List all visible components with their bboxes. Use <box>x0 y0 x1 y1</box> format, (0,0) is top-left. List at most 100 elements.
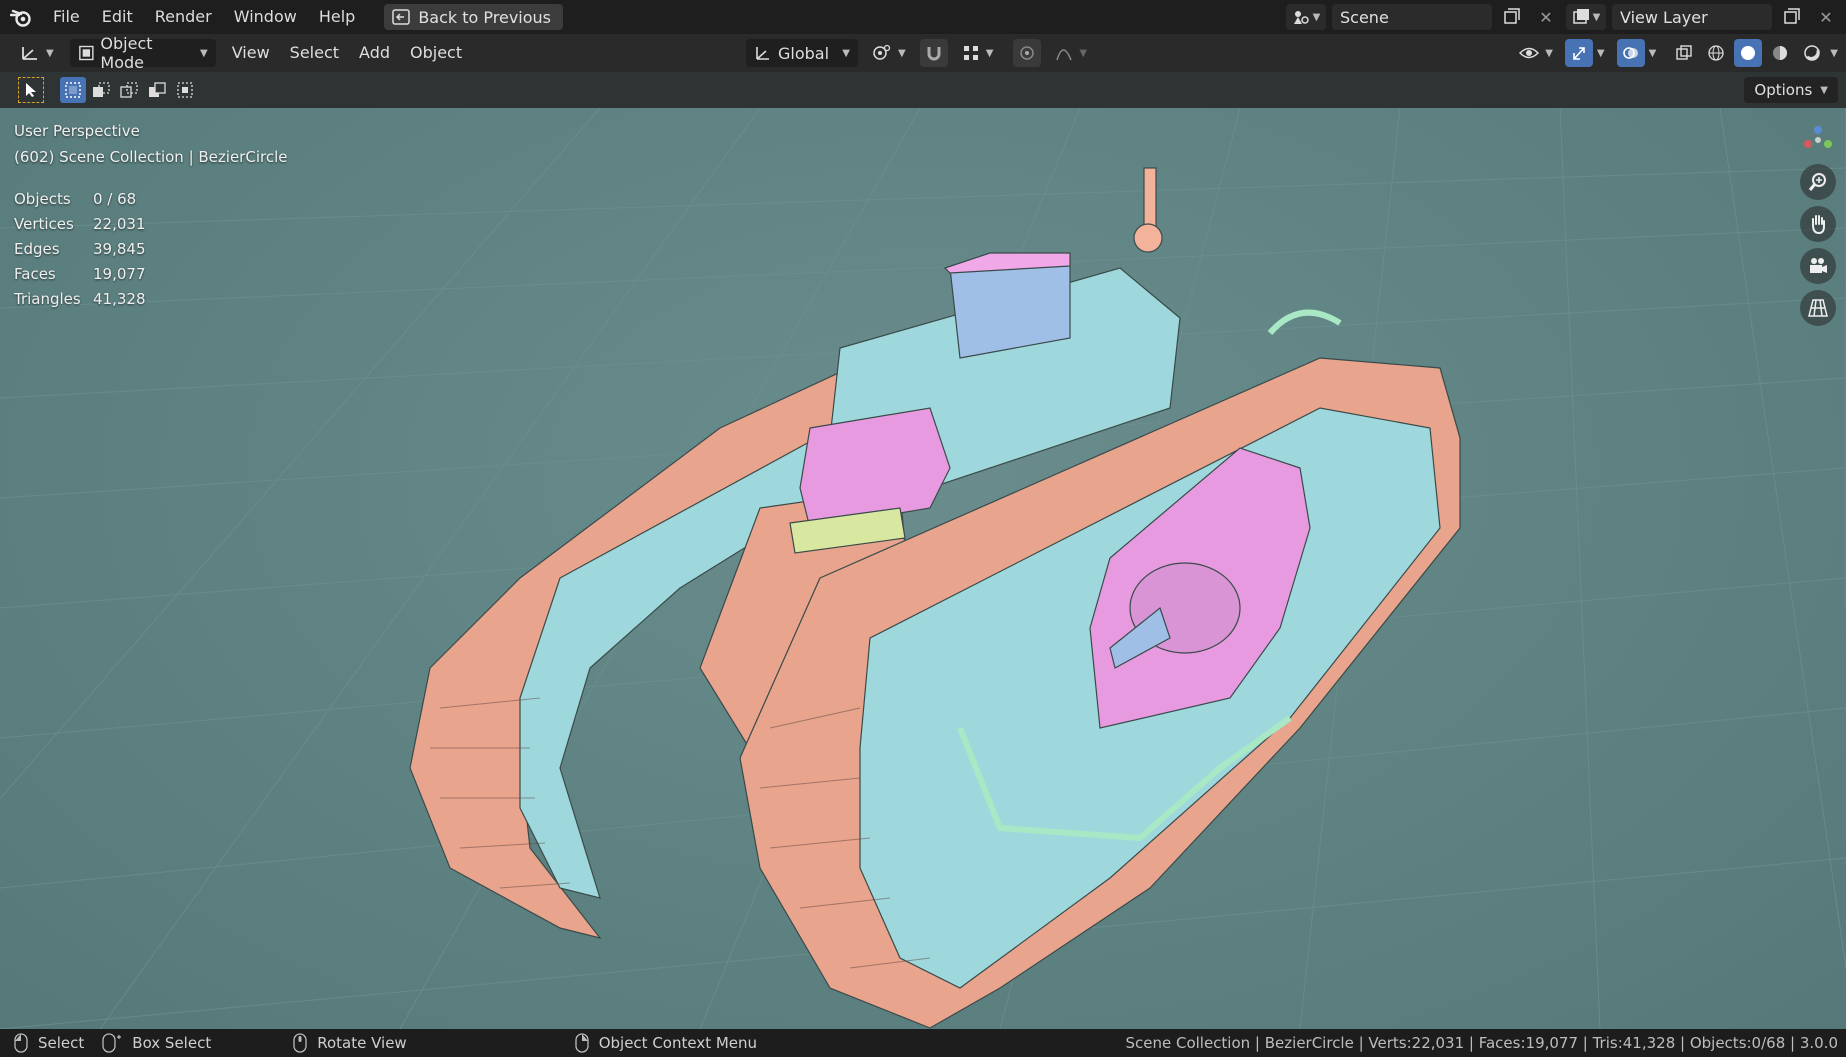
menu-select[interactable]: Select <box>280 39 349 67</box>
new-scene-button[interactable] <box>1498 4 1526 30</box>
stat-label: Objects <box>14 190 71 208</box>
duplicate-icon <box>1784 8 1800 24</box>
status-box-select-hint: Box Select <box>102 1033 211 1053</box>
overlays-icon <box>1622 47 1638 59</box>
transform-orientation-select[interactable]: Global ▼ <box>746 39 858 67</box>
perspective-grid-icon <box>1808 299 1828 317</box>
zoom-view-button[interactable] <box>1800 164 1836 200</box>
magnifier-icon <box>1808 173 1826 191</box>
menu-edit[interactable]: Edit <box>91 0 144 34</box>
proportional-editing-toggle[interactable] <box>1013 39 1042 67</box>
stat-row: Faces 19,077 <box>14 262 146 287</box>
material-sphere-icon <box>1773 46 1788 60</box>
proportional-falloff-button[interactable]: ▼ <box>1047 39 1095 67</box>
blender-logo-icon[interactable] <box>0 0 42 34</box>
select-subtract-icon <box>120 82 138 98</box>
pan-view-button[interactable] <box>1800 206 1836 242</box>
magnet-icon <box>927 47 941 61</box>
axis-editor-icon <box>22 47 37 60</box>
status-rotate-hint: Rotate View <box>293 1033 407 1053</box>
stat-label: Triangles <box>14 290 81 308</box>
eye-icon <box>1519 47 1540 59</box>
stat-label: Vertices <box>14 215 74 233</box>
delete-view-layer-button[interactable]: ✕ <box>1812 4 1840 30</box>
menu-window[interactable]: Window <box>223 0 308 34</box>
select-invert-mode-button[interactable] <box>144 77 170 103</box>
camera-icon <box>1810 258 1827 273</box>
menu-help[interactable]: Help <box>308 0 366 34</box>
menu-add[interactable]: Add <box>349 39 400 67</box>
select-new-mode-button[interactable] <box>60 77 86 103</box>
select-subtract-mode-button[interactable] <box>116 77 142 103</box>
toggle-ortho-button[interactable] <box>1800 290 1836 326</box>
options-dropdown[interactable]: Options ▼ <box>1744 77 1838 103</box>
scene-browse-button[interactable]: ▼ <box>1286 4 1326 30</box>
close-icon: ✕ <box>1819 7 1833 27</box>
back-to-previous-button[interactable]: Back to Previous <box>384 4 564 30</box>
material-shading-button[interactable] <box>1766 39 1794 67</box>
scene-statistics: Objects 0 / 68 Vertices 22,031 Edges 39,… <box>14 187 146 312</box>
select-hint: Select <box>38 1034 85 1052</box>
snap-toggle[interactable] <box>919 39 948 67</box>
view-layer-icon <box>1572 9 1589 24</box>
gizmo-icon <box>1573 47 1585 60</box>
select-new-icon <box>65 82 81 98</box>
gizmo-toggle[interactable] <box>1564 39 1593 67</box>
delete-scene-button[interactable]: ✕ <box>1532 4 1560 30</box>
stat-row: Edges 39,845 <box>14 237 146 262</box>
pivot-icon <box>873 44 891 60</box>
mouse-drag-icon <box>102 1033 122 1053</box>
rendered-sphere-icon <box>1804 45 1821 61</box>
scene-controls: ▼ Scene ✕ ▼ View Layer ✕ <box>1286 0 1846 34</box>
select-intersect-mode-button[interactable] <box>172 77 198 103</box>
status-select-hint: Select <box>14 1033 84 1053</box>
chevron-down-icon: ▼ <box>200 47 208 59</box>
context-menu-hint: Object Context Menu <box>598 1034 758 1052</box>
select-invert-icon <box>149 82 166 97</box>
options-label: Options <box>1754 81 1813 99</box>
tank-model <box>409 167 1461 1029</box>
editor-type-button[interactable]: ▼ <box>12 39 62 67</box>
camera-view-button[interactable] <box>1800 248 1836 284</box>
chevron-down-icon: ▼ <box>1079 47 1088 59</box>
rendered-shading-button[interactable] <box>1798 39 1826 67</box>
chevron-down-icon: ▼ <box>1545 47 1553 59</box>
menu-file[interactable]: File <box>42 0 91 34</box>
menu-render[interactable]: Render <box>144 0 223 34</box>
axis-gizmo[interactable] <box>1800 122 1836 158</box>
snap-target-button[interactable]: ▼ <box>954 39 1002 67</box>
mode-select[interactable]: Object Mode ▼ <box>69 34 216 72</box>
visibility-button[interactable]: ▼ <box>1511 39 1561 67</box>
wireframe-sphere-icon <box>1708 45 1724 61</box>
proportional-icon <box>1020 46 1035 60</box>
select-tool-button[interactable] <box>18 77 44 103</box>
stat-row: Vertices 22,031 <box>14 212 146 237</box>
menu-object[interactable]: Object <box>400 39 472 67</box>
falloff-curve-icon <box>1056 49 1073 61</box>
scene-name-field[interactable]: Scene <box>1332 4 1492 30</box>
snap-grid-icon <box>963 46 978 60</box>
new-view-layer-button[interactable] <box>1778 4 1806 30</box>
view-layer-field[interactable]: View Layer <box>1612 4 1772 30</box>
view-layer-browse-button[interactable]: ▼ <box>1566 4 1606 30</box>
chevron-down-icon[interactable]: ▼ <box>1830 48 1838 59</box>
select-extend-icon <box>93 82 110 97</box>
stat-label: Edges <box>14 240 60 258</box>
xray-toggle[interactable] <box>1670 39 1698 67</box>
menu-view[interactable]: View <box>222 39 280 67</box>
3d-viewport[interactable]: User Perspective (602) Scene Collection … <box>0 108 1846 1029</box>
transform-controls: Global ▼ ▼ ▼ ▼ <box>746 39 1095 67</box>
chevron-down-icon[interactable]: ▼ <box>1649 48 1657 59</box>
wireframe-shading-button[interactable] <box>1702 39 1730 67</box>
chevron-down-icon[interactable]: ▼ <box>1597 48 1605 59</box>
box-select-hint: Box Select <box>132 1034 212 1052</box>
collection-label: (602) Scene Collection | BezierCircle <box>14 148 288 166</box>
overlays-toggle[interactable] <box>1616 39 1645 67</box>
object-mode-icon <box>78 45 94 61</box>
select-extend-mode-button[interactable] <box>88 77 114 103</box>
pivot-point-button[interactable]: ▼ <box>864 39 914 67</box>
solid-shading-button[interactable] <box>1734 39 1763 67</box>
stat-row: Objects 0 / 68 <box>14 187 146 212</box>
chevron-down-icon: ▼ <box>842 47 850 59</box>
top-menu-bar: File Edit Render Window Help Back to Pre… <box>0 0 1846 34</box>
